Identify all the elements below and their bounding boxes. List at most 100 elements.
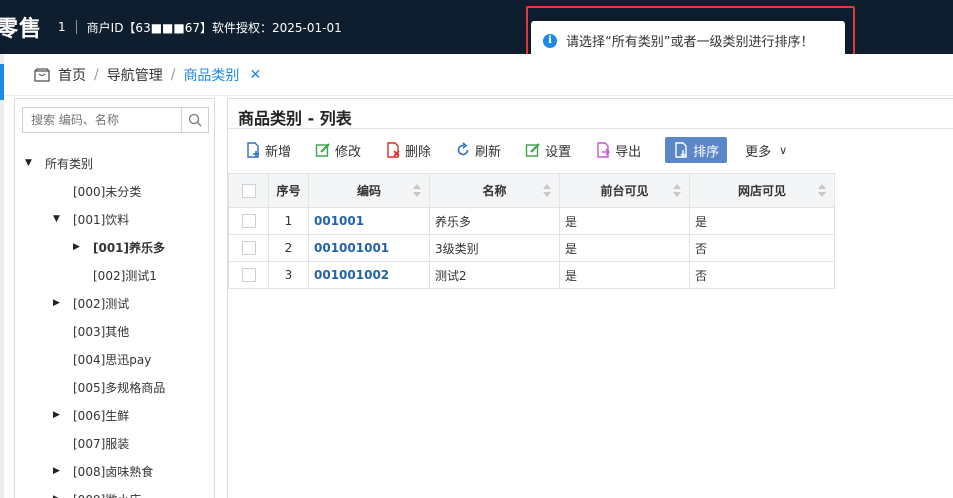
add-label: 新增 bbox=[265, 144, 292, 160]
more-dropdown[interactable]: 更多 ∨ bbox=[745, 137, 787, 163]
settings-button[interactable]: 设置 bbox=[525, 137, 571, 163]
row-checkbox[interactable] bbox=[241, 241, 256, 256]
info-icon: i bbox=[543, 33, 557, 48]
caret-right-icon[interactable] bbox=[53, 410, 63, 420]
sort-label: 排序 bbox=[693, 144, 720, 160]
more-label: 更多 bbox=[745, 144, 772, 160]
settings-icon bbox=[525, 143, 540, 157]
breadcrumb-separator: / bbox=[170, 66, 176, 83]
home-icon[interactable] bbox=[34, 67, 50, 82]
caret-right-icon[interactable] bbox=[73, 242, 83, 252]
cell-name: 测试2 bbox=[429, 261, 560, 289]
header-divider bbox=[75, 20, 77, 34]
toast-text: 请选择“所有类别”或者一级类别进行排序！ bbox=[566, 35, 814, 50]
delete-button[interactable]: 删除 bbox=[385, 137, 431, 163]
cell-code: 001001 bbox=[308, 207, 430, 235]
col-header-code[interactable]: 编码 bbox=[308, 173, 430, 208]
tree-node[interactable]: [008]卤味熟食 bbox=[15, 457, 215, 485]
cell-front-visible: 是 bbox=[559, 234, 690, 262]
caret-down-icon[interactable] bbox=[25, 158, 35, 168]
caret-right-icon[interactable] bbox=[53, 466, 63, 476]
tree-node[interactable]: [002]测试1 bbox=[15, 261, 215, 289]
category-tree-panel: 所有类别 [000]未分类 [001]饮料 [001]养乐多 [002]测试1 [002]… bbox=[14, 98, 215, 498]
table-row[interactable]: 1 001001 养乐多是是 bbox=[228, 207, 835, 235]
col-header-shop-visible[interactable]: 网店可见 bbox=[689, 173, 835, 208]
delete-icon bbox=[387, 142, 400, 158]
tree-node[interactable]: [009]微小店 bbox=[15, 485, 215, 498]
edit-label: 修改 bbox=[335, 144, 362, 160]
category-table: 序号 编码 名称 前台可见 网店可见 1 001001 养乐多 是 是 2 00… bbox=[228, 173, 835, 289]
tree-node-label: [004]思迅pay bbox=[73, 352, 152, 367]
cell-code: 001001001 bbox=[308, 234, 430, 262]
tree-node-label: [003]其他 bbox=[73, 324, 130, 339]
tree-node[interactable]: [007]服装 bbox=[15, 429, 215, 457]
tree-node-label: 所有类别 bbox=[45, 156, 94, 171]
cell-front-visible: 是 bbox=[559, 207, 690, 235]
tree-node[interactable]: [003]其他 bbox=[15, 317, 215, 345]
cell-front-visible: 是 bbox=[559, 261, 690, 289]
col-header-front-visible[interactable]: 前台可见 bbox=[559, 173, 690, 208]
sort-arrows-icon[interactable] bbox=[543, 184, 551, 198]
col-front-label: 前台可见 bbox=[600, 184, 649, 198]
cell-index: 1 bbox=[268, 207, 309, 235]
select-all-cell bbox=[228, 173, 269, 208]
cell-code: 001001002 bbox=[308, 261, 430, 289]
category-tree: 所有类别 [000]未分类 [001]饮料 [001]养乐多 [002]测试1 [002]… bbox=[15, 149, 215, 498]
edit-button[interactable]: 修改 bbox=[315, 137, 361, 163]
close-tab-icon[interactable]: ✕ bbox=[249, 67, 261, 83]
export-label: 导出 bbox=[615, 144, 642, 160]
breadcrumb-current[interactable]: 商品类别 bbox=[183, 65, 239, 85]
tree-node[interactable]: [005]多规格商品 bbox=[15, 373, 215, 401]
col-index-label: 序号 bbox=[276, 184, 301, 198]
tree-node[interactable]: [000]未分类 bbox=[15, 177, 215, 205]
tree-node-label: [001]养乐多 bbox=[93, 240, 166, 255]
col-shop-label: 网店可见 bbox=[737, 184, 786, 198]
col-header-name[interactable]: 名称 bbox=[429, 173, 560, 208]
col-header-index: 序号 bbox=[268, 173, 309, 208]
page-title: 商品类别 - 列表 bbox=[238, 109, 352, 128]
breadcrumb-nav-management[interactable]: 导航管理 bbox=[107, 65, 163, 85]
sort-arrows-icon[interactable] bbox=[818, 184, 826, 198]
refresh-button[interactable]: 刷新 bbox=[455, 137, 501, 163]
tree-node-label: [002]测试 bbox=[73, 296, 130, 311]
search-button[interactable] bbox=[181, 108, 208, 132]
table-row[interactable]: 3 001001002 测试2 是否 bbox=[228, 261, 835, 289]
tree-node[interactable]: [001]饮料 bbox=[15, 205, 215, 233]
tree-node[interactable]: [001]养乐多 bbox=[15, 233, 215, 261]
col-code-label: 编码 bbox=[356, 184, 381, 198]
sort-arrows-icon[interactable] bbox=[673, 184, 681, 198]
select-all-checkbox[interactable] bbox=[241, 183, 256, 198]
tree-node-label: [001]饮料 bbox=[73, 212, 130, 227]
tree-search-input[interactable] bbox=[23, 108, 182, 132]
row-checkbox[interactable] bbox=[241, 268, 256, 283]
brand-title: 零售 bbox=[0, 17, 43, 42]
caret-down-icon[interactable] bbox=[53, 214, 63, 224]
row-select-cell bbox=[228, 234, 269, 262]
tree-node[interactable]: [004]思迅pay bbox=[15, 345, 215, 373]
sort-button[interactable]: 排序 bbox=[665, 137, 728, 163]
export-button[interactable]: 导出 bbox=[595, 137, 641, 163]
caret-right-icon[interactable] bbox=[53, 494, 63, 498]
edit-icon bbox=[315, 143, 330, 157]
col-name-label: 名称 bbox=[482, 184, 507, 198]
cell-name: 养乐多 bbox=[429, 207, 560, 235]
left-rail bbox=[0, 54, 4, 498]
tree-node-label: [000]未分类 bbox=[73, 184, 142, 199]
add-button[interactable]: 新增 bbox=[245, 137, 291, 163]
tree-node[interactable]: [006]生鲜 bbox=[15, 401, 215, 429]
breadcrumb-home[interactable]: 首页 bbox=[58, 65, 86, 85]
breadcrumb-separator: / bbox=[94, 66, 99, 83]
title-divider bbox=[228, 128, 953, 129]
table-header-row: 序号 编码 名称 前台可见 网店可见 bbox=[228, 173, 835, 208]
delete-label: 删除 bbox=[405, 144, 432, 160]
sort-arrows-icon[interactable] bbox=[413, 184, 421, 198]
export-icon bbox=[597, 142, 611, 158]
row-checkbox[interactable] bbox=[241, 214, 256, 229]
cell-index: 3 bbox=[268, 261, 309, 289]
tree-search-box bbox=[22, 107, 209, 133]
table-row[interactable]: 2 001001001 3级类别是否 bbox=[228, 234, 835, 262]
tree-node[interactable]: 所有类别 bbox=[15, 149, 215, 177]
caret-right-icon[interactable] bbox=[53, 298, 63, 308]
tree-node[interactable]: [002]测试 bbox=[15, 289, 215, 317]
header-number: 1 bbox=[58, 20, 66, 34]
